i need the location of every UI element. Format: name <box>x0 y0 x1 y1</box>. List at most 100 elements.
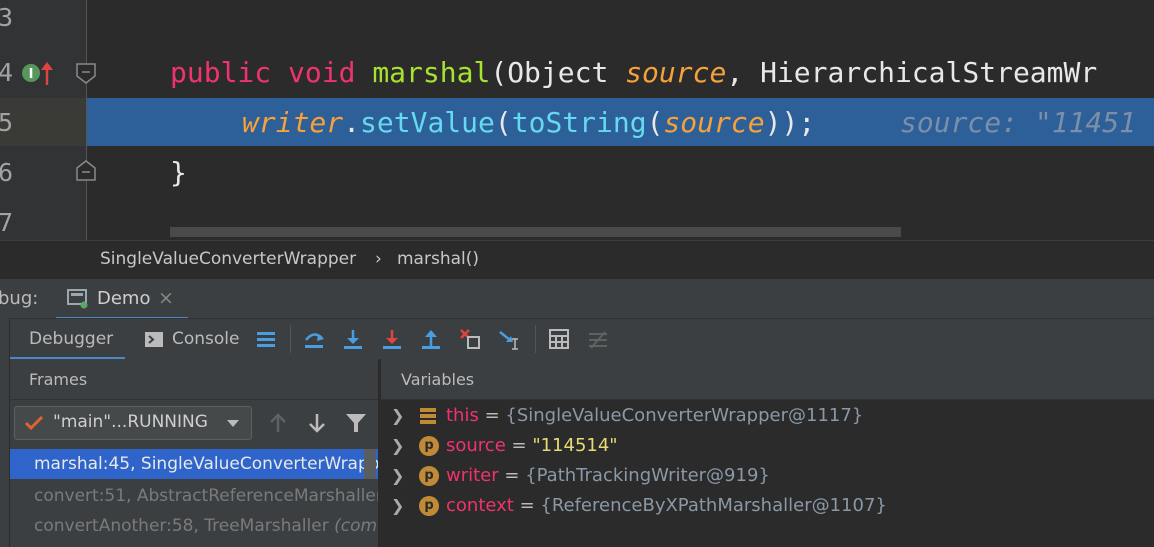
debug-left-strip <box>0 318 10 547</box>
field-writer: writer <box>242 106 344 139</box>
variables-header-bar: Variables <box>381 359 1154 400</box>
evaluate-expression-icon[interactable] <box>548 328 570 350</box>
dot: . <box>343 106 361 139</box>
chevron-right-icon[interactable]: ❯ <box>391 401 404 431</box>
frame-row-label: convertAnother:58, TreeMarshaller (com <box>34 511 377 541</box>
frame-row[interactable]: convert:51, AbstractReferenceMarshaller <box>10 481 378 511</box>
variable-value: {ReferenceByXPathMarshaller@1107} <box>540 495 887 516</box>
code-line-5: writer.setValue(toString(source)); <box>242 98 815 148</box>
toolbar-divider <box>290 325 291 353</box>
line-number-7: 7 <box>0 208 14 237</box>
tab-debugger[interactable]: Debugger <box>10 319 125 360</box>
variable-name: writer <box>446 465 499 486</box>
keyword-void: void <box>288 56 356 89</box>
parameter-icon: p <box>419 436 439 456</box>
variable-row-writer[interactable]: ❯ p writer = {PathTrackingWriter@919} <box>381 461 1154 491</box>
arrow-down-icon[interactable] <box>307 412 327 434</box>
frame-row-package: (com <box>334 516 378 536</box>
step-into-icon[interactable] <box>342 328 364 350</box>
variable-equals: = <box>513 495 541 516</box>
frames-header: Frames <box>29 370 88 389</box>
frame-row[interactable]: marshal:45, SingleValueConverterWrapp <box>10 449 378 479</box>
frame-row-text: convertAnother:58, TreeMarshaller <box>34 516 329 536</box>
line-number-6: 6 <box>0 158 14 187</box>
variable-value: {SingleValueConverterWrapper@1117} <box>505 405 864 426</box>
variable-row-this[interactable]: ❯ this = {SingleValueConverterWrapper@11… <box>381 401 1154 431</box>
debug-tool-window-header: bug: Demo × <box>0 278 1154 320</box>
breadcrumb-method[interactable]: marshal() <box>397 249 479 269</box>
variable-value: {PathTrackingWriter@919} <box>525 465 770 486</box>
line-number-5: 5 <box>0 108 14 137</box>
variable-row-source[interactable]: ❯ p source = "114514" <box>381 431 1154 461</box>
fold-column-divider <box>86 0 87 240</box>
svg-text:I: I <box>29 67 34 82</box>
debugger-toolbar: Debugger Console <box>0 318 1154 360</box>
paren-2: ( <box>646 106 664 139</box>
method-name: marshal <box>372 56 491 89</box>
force-step-into-icon[interactable] <box>381 328 403 350</box>
breadcrumb: SingleValueConverterWrapper › marshal() <box>0 240 1154 279</box>
close-icon[interactable]: × <box>158 287 174 309</box>
frame-row-label: marshal:45, SingleValueConverterWrapp <box>34 454 378 474</box>
parameter-icon: p <box>419 466 439 486</box>
fold-marker-icon[interactable] <box>75 62 97 84</box>
variables-panel: Variables ❯ this = {SingleValueConverter… <box>380 359 1154 547</box>
application-icon <box>67 289 88 309</box>
variable-name: context <box>446 495 514 516</box>
chevron-right-icon[interactable]: ❯ <box>391 491 404 521</box>
frames-scrollbar[interactable] <box>364 449 376 479</box>
step-over-icon[interactable] <box>303 328 325 350</box>
param-separator: , <box>726 56 761 89</box>
breadcrumb-separator: › <box>375 249 382 269</box>
tab-console[interactable]: Console <box>140 319 245 359</box>
frame-row-label: convert:51, AbstractReferenceMarshaller <box>34 486 378 506</box>
filter-icon[interactable] <box>345 413 367 433</box>
chevron-right-icon[interactable]: ❯ <box>391 431 404 461</box>
frame-row[interactable]: convertAnother:58, TreeMarshaller (com <box>10 511 378 541</box>
layout-settings-icon[interactable] <box>255 328 277 350</box>
implements-method-icon[interactable]: I <box>20 61 54 87</box>
variable-row-context[interactable]: ❯ p context = {ReferenceByXPathMarshalle… <box>381 491 1154 521</box>
chevron-down-icon <box>227 420 239 427</box>
code-line-6: } <box>170 156 187 189</box>
chevron-right-icon[interactable]: ❯ <box>391 461 404 491</box>
variable-equals: = <box>505 435 533 456</box>
arrow-up-icon <box>270 413 286 432</box>
stack-icon <box>420 408 436 424</box>
variable-name: source <box>446 435 506 456</box>
code-editor[interactable]: 3 4 5 6 7 I public void marshal(Object s… <box>0 0 1154 240</box>
call-setvalue: setValue <box>360 106 495 139</box>
param-type-writer: HierarchicalStreamWr <box>760 56 1098 89</box>
frames-panel: Frames "main"...RUNNING marshal:45, Sing… <box>10 359 378 547</box>
param-source: source <box>625 56 727 89</box>
variable-value: "114514" <box>532 435 618 456</box>
fold-end-marker-icon[interactable] <box>75 160 97 182</box>
trace-current-stream-icon <box>589 331 607 349</box>
step-out-icon[interactable] <box>420 328 442 350</box>
drop-frame-icon[interactable] <box>459 328 481 350</box>
tab-debugger-label: Debugger <box>29 329 114 349</box>
code-line-4: public void marshal(Object source, Hiera… <box>170 48 1097 98</box>
run-to-cursor-icon[interactable] <box>498 328 520 350</box>
paren-open: ( <box>490 56 508 89</box>
breadcrumb-class[interactable]: SingleValueConverterWrapper <box>100 249 356 269</box>
console-icon <box>145 332 163 347</box>
variable-equals: = <box>498 465 526 486</box>
line-number-4: 4 <box>0 58 14 87</box>
tab-console-label: Console <box>172 329 240 349</box>
keyword-public: public <box>170 56 272 89</box>
horizontal-scrollbar[interactable] <box>170 227 901 237</box>
thread-selector[interactable]: "main"...RUNNING <box>14 406 252 440</box>
inline-debug-value: source: "11451 <box>900 106 1137 139</box>
variables-header: Variables <box>401 370 475 389</box>
call-tostring: toString <box>511 106 647 139</box>
line-number-3: 3 <box>0 3 14 32</box>
check-icon <box>24 415 44 431</box>
variable-equals: = <box>478 405 506 426</box>
closing-parens: )); <box>764 106 816 139</box>
session-tab-demo[interactable]: Demo × <box>56 279 188 320</box>
parameter-icon: p <box>419 496 439 516</box>
thread-selector-label: "main"...RUNNING <box>53 412 208 432</box>
toolbar-divider-2 <box>535 325 536 353</box>
arg-source: source <box>663 106 765 139</box>
